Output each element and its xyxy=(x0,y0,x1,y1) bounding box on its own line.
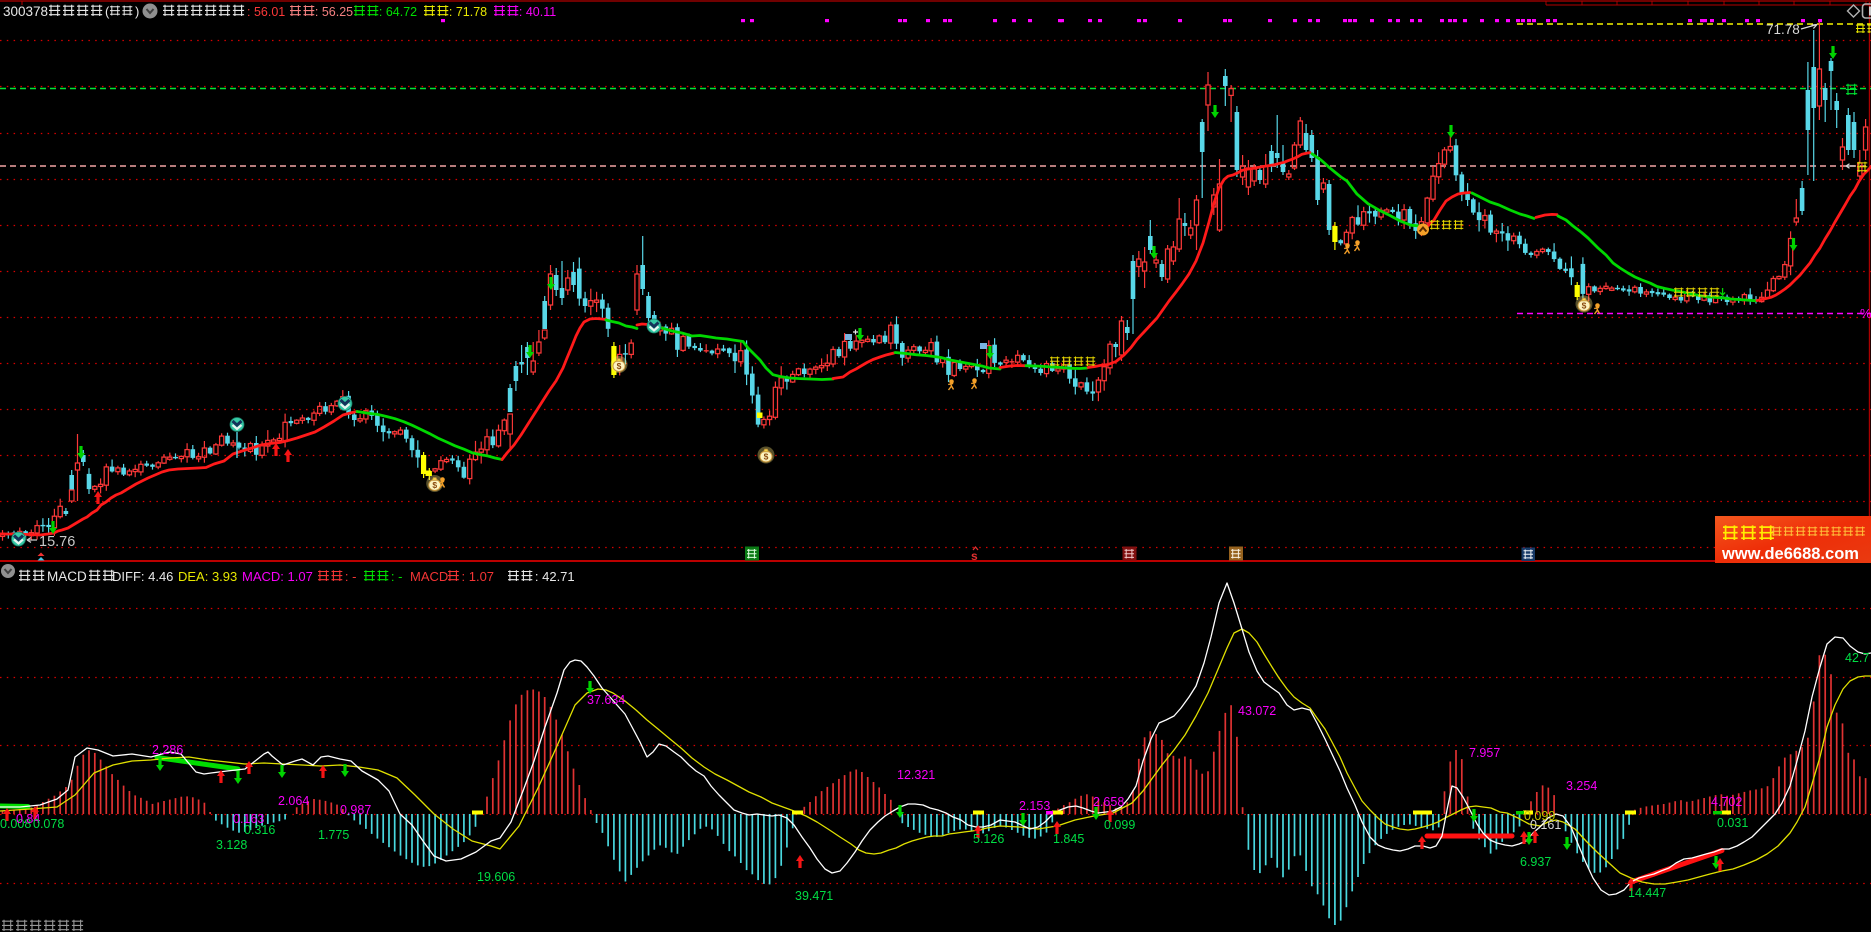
svg-text:MACD: MACD xyxy=(47,569,87,584)
svg-text:0.161: 0.161 xyxy=(1530,818,1561,832)
svg-text:5.126: 5.126 xyxy=(973,832,1004,846)
svg-text:39.471: 39.471 xyxy=(795,889,833,903)
svg-text:DIFF: 4.46: DIFF: 4.46 xyxy=(112,569,173,584)
svg-text:6.937: 6.937 xyxy=(1520,855,1551,869)
svg-text:1.845: 1.845 xyxy=(1053,832,1084,846)
svg-text:): ) xyxy=(135,4,139,19)
svg-text:3.128: 3.128 xyxy=(216,838,247,852)
svg-text:: 1.07: : 1.07 xyxy=(462,569,495,584)
svg-text:MACD: MACD xyxy=(410,569,448,584)
svg-text:0.316: 0.316 xyxy=(244,823,275,837)
svg-text:4.702: 4.702 xyxy=(1711,795,1742,809)
svg-text:: 56.25: : 56.25 xyxy=(315,5,353,19)
svg-text:0.078: 0.078 xyxy=(33,817,64,831)
svg-text:DEA: 3.93: DEA: 3.93 xyxy=(178,569,237,584)
svg-text:0.031: 0.031 xyxy=(1717,816,1748,830)
svg-text:3.254: 3.254 xyxy=(1566,779,1597,793)
svg-text:71.78: 71.78 xyxy=(1766,22,1800,37)
svg-text:42.7: 42.7 xyxy=(1845,651,1869,665)
svg-text:: -: : - xyxy=(391,569,403,584)
svg-text:2.153: 2.153 xyxy=(1019,799,1050,813)
svg-text:: -: : - xyxy=(345,569,357,584)
svg-text:43.072: 43.072 xyxy=(1238,704,1276,718)
svg-text:37.634: 37.634 xyxy=(587,693,625,707)
svg-text:300378: 300378 xyxy=(3,4,48,19)
svg-text:: 42.71: : 42.71 xyxy=(535,569,575,584)
svg-text:: 64.72: : 64.72 xyxy=(379,5,417,19)
svg-text:s: s xyxy=(971,549,978,563)
svg-text:: 40.11: : 40.11 xyxy=(519,5,556,19)
svg-text:2.064: 2.064 xyxy=(278,794,309,808)
svg-text:15.76: 15.76 xyxy=(39,534,75,550)
svg-text:12.321: 12.321 xyxy=(897,768,935,782)
svg-text:: 71.78: : 71.78 xyxy=(449,5,487,19)
svg-text:1.775: 1.775 xyxy=(318,828,349,842)
svg-text:7.957: 7.957 xyxy=(1469,746,1500,760)
svg-text:MACD: 1.07: MACD: 1.07 xyxy=(242,569,313,584)
svg-text:0.987: 0.987 xyxy=(340,803,371,817)
svg-text:0.099: 0.099 xyxy=(1104,818,1135,832)
svg-text:2.658: 2.658 xyxy=(1093,795,1124,809)
svg-text:(: ( xyxy=(105,4,110,19)
svg-text:www.de6688.com: www.de6688.com xyxy=(1721,545,1859,563)
svg-text:19.606: 19.606 xyxy=(477,870,515,884)
svg-text:: 56.01: : 56.01 xyxy=(247,5,285,19)
svg-text:2.286: 2.286 xyxy=(152,743,183,757)
svg-text:14.447: 14.447 xyxy=(1628,886,1666,900)
svg-text:%: % xyxy=(1860,306,1871,321)
